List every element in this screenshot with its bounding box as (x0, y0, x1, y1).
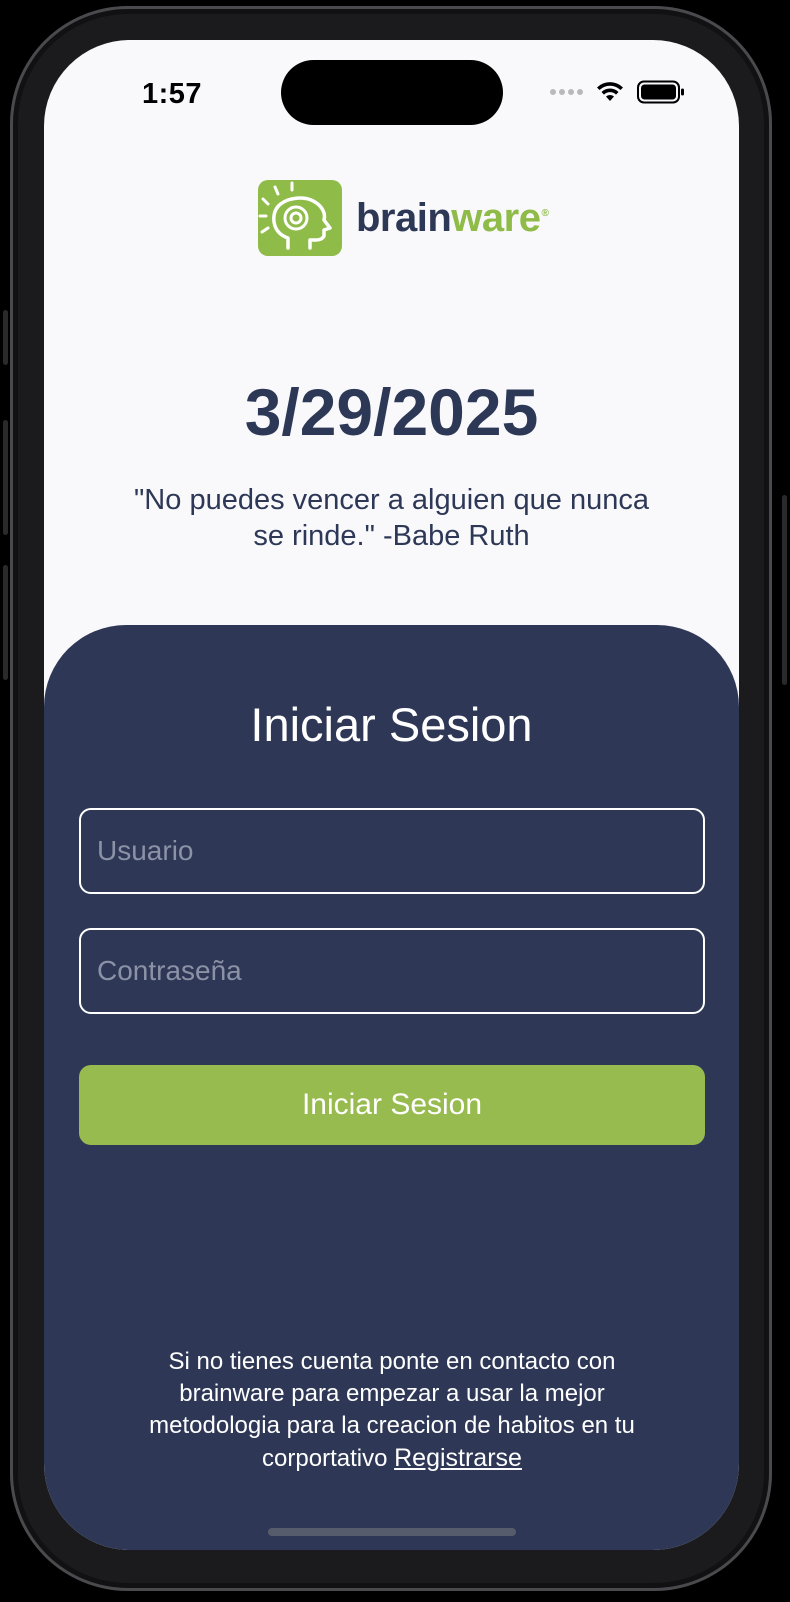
current-date: 3/29/2025 (244, 375, 539, 449)
status-time: 1:57 (142, 78, 203, 110)
daily-quote: "No puedes vencer a alguien que nunca se… (134, 484, 649, 552)
register-info: Si no tienes cuenta ponte en contacto co… (114, 1346, 670, 1475)
app-screen: 1:57 brainware® 3/29/2025 "No puedes ven… (44, 40, 739, 1550)
action-button (3, 310, 8, 365)
login-title: Iniciar Sesion (250, 698, 533, 751)
password-input[interactable] (79, 928, 705, 1014)
logo-word-dark: brain (356, 195, 452, 240)
status-bar: 1:57 (44, 40, 739, 140)
brainware-logo: brainware® (258, 180, 549, 256)
registered-mark: ® (541, 208, 549, 220)
power-button (782, 495, 787, 685)
status-indicators (550, 80, 685, 104)
login-button[interactable]: Iniciar Sesion (79, 1065, 705, 1145)
login-panel: Iniciar Sesion Iniciar Sesion Si no tien… (44, 625, 739, 1550)
username-input[interactable] (79, 808, 705, 894)
battery-icon (637, 80, 684, 104)
brain-spiral-icon (258, 180, 342, 256)
volume-down-button (3, 565, 8, 680)
signal-dots-icon (550, 89, 583, 95)
dynamic-island (281, 60, 503, 125)
register-link[interactable]: Registrarse (394, 1444, 522, 1472)
logo-word-green: ware (451, 195, 541, 240)
home-indicator[interactable] (268, 1528, 516, 1536)
volume-up-button (3, 420, 8, 535)
logo-wordmark: brainware® (356, 195, 549, 241)
register-info-text: Si no tienes cuenta ponte en contacto co… (149, 1348, 635, 1472)
wifi-icon (597, 82, 623, 101)
